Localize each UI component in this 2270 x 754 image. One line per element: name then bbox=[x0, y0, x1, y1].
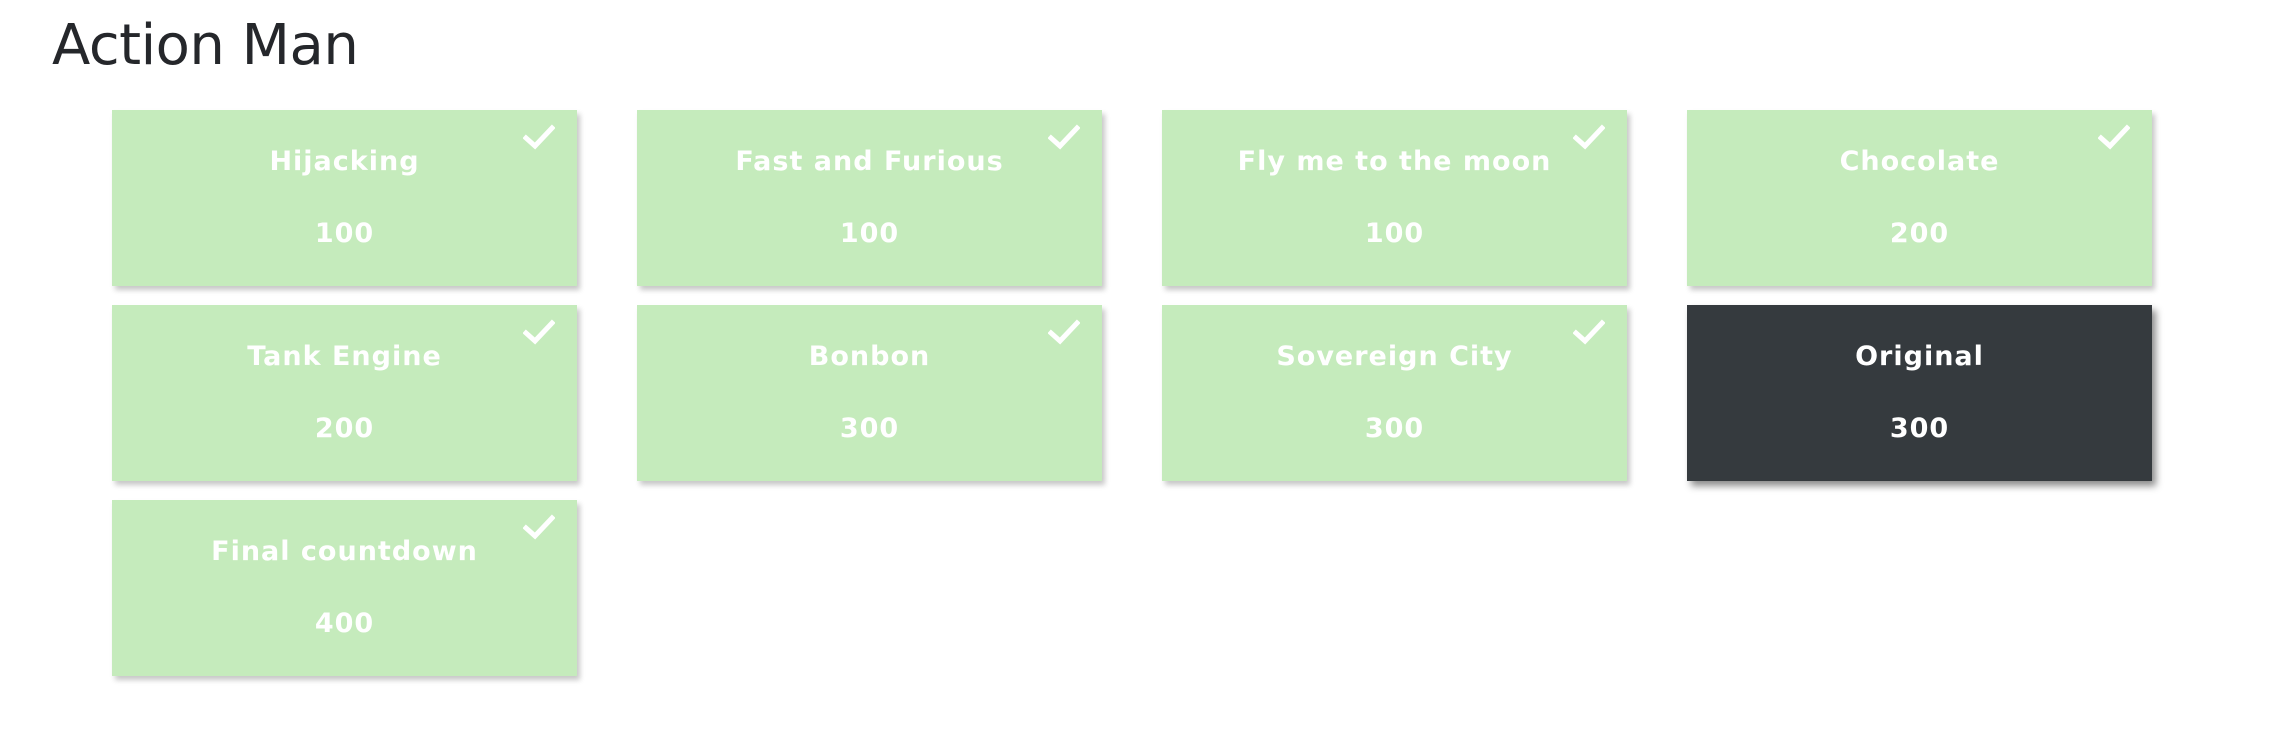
challenge-points: 200 bbox=[314, 413, 375, 444]
check-icon bbox=[1048, 124, 1080, 150]
challenge-title: Bonbon bbox=[808, 341, 931, 372]
challenge-tile-fly-me-to-the-moon[interactable]: Fly me to the moon 100 bbox=[1162, 110, 1627, 286]
challenge-tile-fast-and-furious[interactable]: Fast and Furious 100 bbox=[637, 110, 1102, 286]
challenge-title: Fly me to the moon bbox=[1237, 146, 1552, 177]
challenge-title: Sovereign City bbox=[1276, 341, 1513, 372]
check-icon bbox=[523, 124, 555, 150]
challenge-tile-chocolate[interactable]: Chocolate 200 bbox=[1687, 110, 2152, 286]
check-icon bbox=[523, 319, 555, 345]
challenge-points: 300 bbox=[1889, 413, 1950, 444]
challenge-grid: Hijacking 100 Fast and Furious 100 Fly m… bbox=[112, 110, 2152, 676]
check-icon bbox=[1573, 319, 1605, 345]
challenge-title: Original bbox=[1855, 341, 1984, 372]
challenge-title: Tank Engine bbox=[247, 341, 442, 372]
challenge-points: 100 bbox=[839, 218, 900, 249]
challenge-tile-sovereign-city[interactable]: Sovereign City 300 bbox=[1162, 305, 1627, 481]
challenge-tile-hijacking[interactable]: Hijacking 100 bbox=[112, 110, 577, 286]
challenge-points: 200 bbox=[1889, 218, 1950, 249]
challenge-title: Chocolate bbox=[1839, 146, 2000, 177]
challenge-title: Fast and Furious bbox=[735, 146, 1004, 177]
check-icon bbox=[523, 514, 555, 540]
challenge-points: 100 bbox=[314, 218, 375, 249]
challenge-tile-original[interactable]: Original 300 bbox=[1687, 305, 2152, 481]
challenge-points: 400 bbox=[314, 608, 375, 639]
challenge-title: Final countdown bbox=[211, 536, 478, 567]
challenge-points: 300 bbox=[839, 413, 900, 444]
check-icon bbox=[1573, 124, 1605, 150]
check-icon bbox=[2098, 124, 2130, 150]
challenge-tile-final-countdown[interactable]: Final countdown 400 bbox=[112, 500, 577, 676]
challenge-tile-bonbon[interactable]: Bonbon 300 bbox=[637, 305, 1102, 481]
check-icon bbox=[1048, 319, 1080, 345]
challenge-points: 100 bbox=[1364, 218, 1425, 249]
page-title: Action Man bbox=[52, 13, 359, 78]
challenge-points: 300 bbox=[1364, 413, 1425, 444]
challenge-title: Hijacking bbox=[269, 146, 420, 177]
challenge-tile-tank-engine[interactable]: Tank Engine 200 bbox=[112, 305, 577, 481]
